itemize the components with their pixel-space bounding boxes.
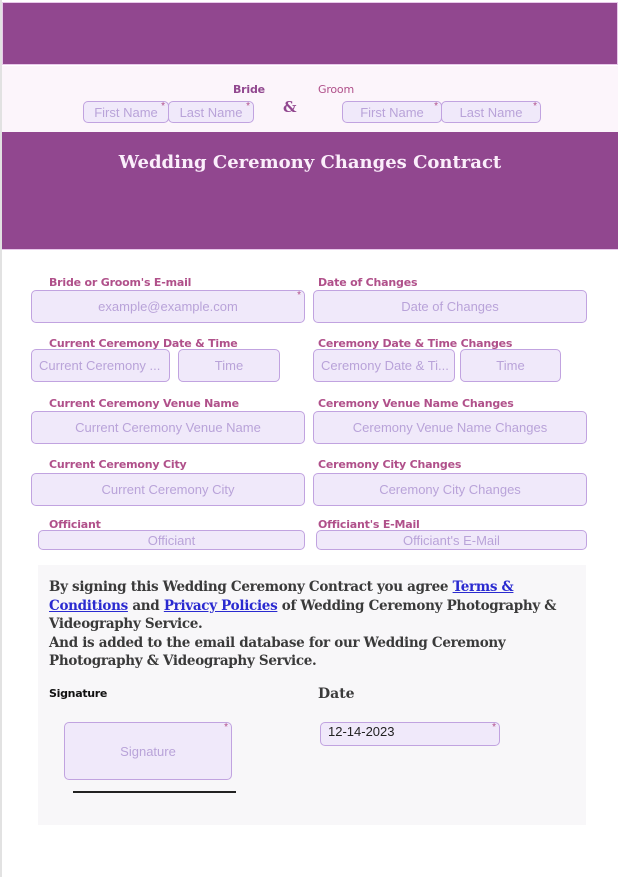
current-date-placeholder: Current Ceremony ... [39, 358, 161, 373]
current-city-placeholder: Current Ceremony City [101, 482, 235, 497]
venue-changes-label: Ceremony Venue Name Changes [318, 397, 514, 410]
required-icon: * [533, 101, 537, 112]
bride-label: Bride [233, 83, 265, 96]
current-date-input[interactable]: Current Ceremony ... [31, 349, 170, 382]
bride-first-name-input[interactable]: First Name * [83, 101, 169, 123]
required-icon: * [246, 101, 250, 112]
date-of-changes-input[interactable]: Date of Changes [313, 290, 587, 323]
agreement-text-1: By signing this Wedding Ceremony Contrac… [49, 579, 453, 595]
signature-placeholder: Signature [120, 743, 176, 759]
bride-last-name-placeholder: Last Name [179, 104, 243, 120]
groom-first-name-placeholder: First Name [360, 104, 424, 120]
email-label: Bride or Groom's E-mail [49, 276, 192, 289]
current-venue-placeholder: Current Ceremony Venue Name [75, 420, 261, 435]
venue-changes-input[interactable]: Ceremony Venue Name Changes [313, 411, 587, 444]
current-venue-label: Current Ceremony Venue Name [49, 397, 239, 410]
city-changes-placeholder: Ceremony City Changes [379, 482, 521, 497]
bride-first-name-placeholder: First Name [94, 104, 158, 120]
signature-pad[interactable]: Signature * [64, 722, 232, 780]
city-changes-input[interactable]: Ceremony City Changes [313, 473, 587, 506]
privacy-policies-link[interactable]: Privacy Policies [164, 598, 278, 614]
email-input[interactable]: example@example.com * [31, 290, 305, 323]
title-band: Wedding Ceremony Changes Contract [2, 132, 618, 250]
bride-last-name-input[interactable]: Last Name * [168, 101, 254, 123]
current-city-label: Current Ceremony City [49, 458, 187, 471]
current-time-input[interactable]: Time [178, 349, 280, 382]
changes-time-input[interactable]: Time [460, 349, 561, 382]
agreement-section: By signing this Wedding Ceremony Contrac… [38, 565, 586, 825]
required-icon: * [492, 722, 496, 733]
date-of-changes-label: Date of Changes [318, 276, 418, 289]
groom-first-name-input[interactable]: First Name * [342, 101, 442, 123]
groom-label: Groom [318, 83, 354, 96]
groom-last-name-placeholder: Last Name [459, 104, 523, 120]
date-label: Date [318, 686, 355, 702]
venue-changes-placeholder: Ceremony Venue Name Changes [352, 420, 548, 435]
required-icon: * [161, 101, 165, 112]
header-band [2, 2, 618, 65]
signature-label: Signature [49, 687, 108, 700]
city-changes-label: Ceremony City Changes [318, 458, 462, 471]
current-venue-input[interactable]: Current Ceremony Venue Name [31, 411, 305, 444]
date-of-changes-placeholder: Date of Changes [401, 299, 499, 314]
agreement-text-4: And is added to the email database for o… [49, 634, 506, 670]
changes-time-placeholder: Time [496, 358, 525, 373]
required-icon: * [434, 101, 438, 112]
ampersand: & [283, 98, 297, 116]
signature-date-input[interactable]: 12-14-2023 * [320, 722, 500, 746]
changes-date-placeholder: Ceremony Date & Ti... [321, 358, 449, 373]
signature-date-value: 12-14-2023 [328, 724, 395, 739]
officiant-email-placeholder: Officiant's E-Mail [403, 532, 500, 548]
current-time-placeholder: Time [214, 358, 244, 373]
current-city-input[interactable]: Current Ceremony City [31, 473, 305, 506]
page-title: Wedding Ceremony Changes Contract [118, 152, 502, 173]
groom-last-name-input[interactable]: Last Name * [441, 101, 541, 123]
email-placeholder: example@example.com [98, 299, 238, 314]
officiant-input[interactable]: Officiant [38, 530, 305, 550]
changes-date-input[interactable]: Ceremony Date & Ti... [313, 349, 455, 382]
required-icon: * [297, 290, 301, 301]
officiant-email-input[interactable]: Officiant's E-Mail [316, 530, 587, 550]
agreement-text-2: and [127, 597, 164, 614]
signature-line [73, 791, 236, 793]
officiant-placeholder: Officiant [147, 532, 196, 548]
agreement-text: By signing this Wedding Ceremony Contrac… [49, 578, 569, 671]
required-icon: * [224, 722, 228, 733]
